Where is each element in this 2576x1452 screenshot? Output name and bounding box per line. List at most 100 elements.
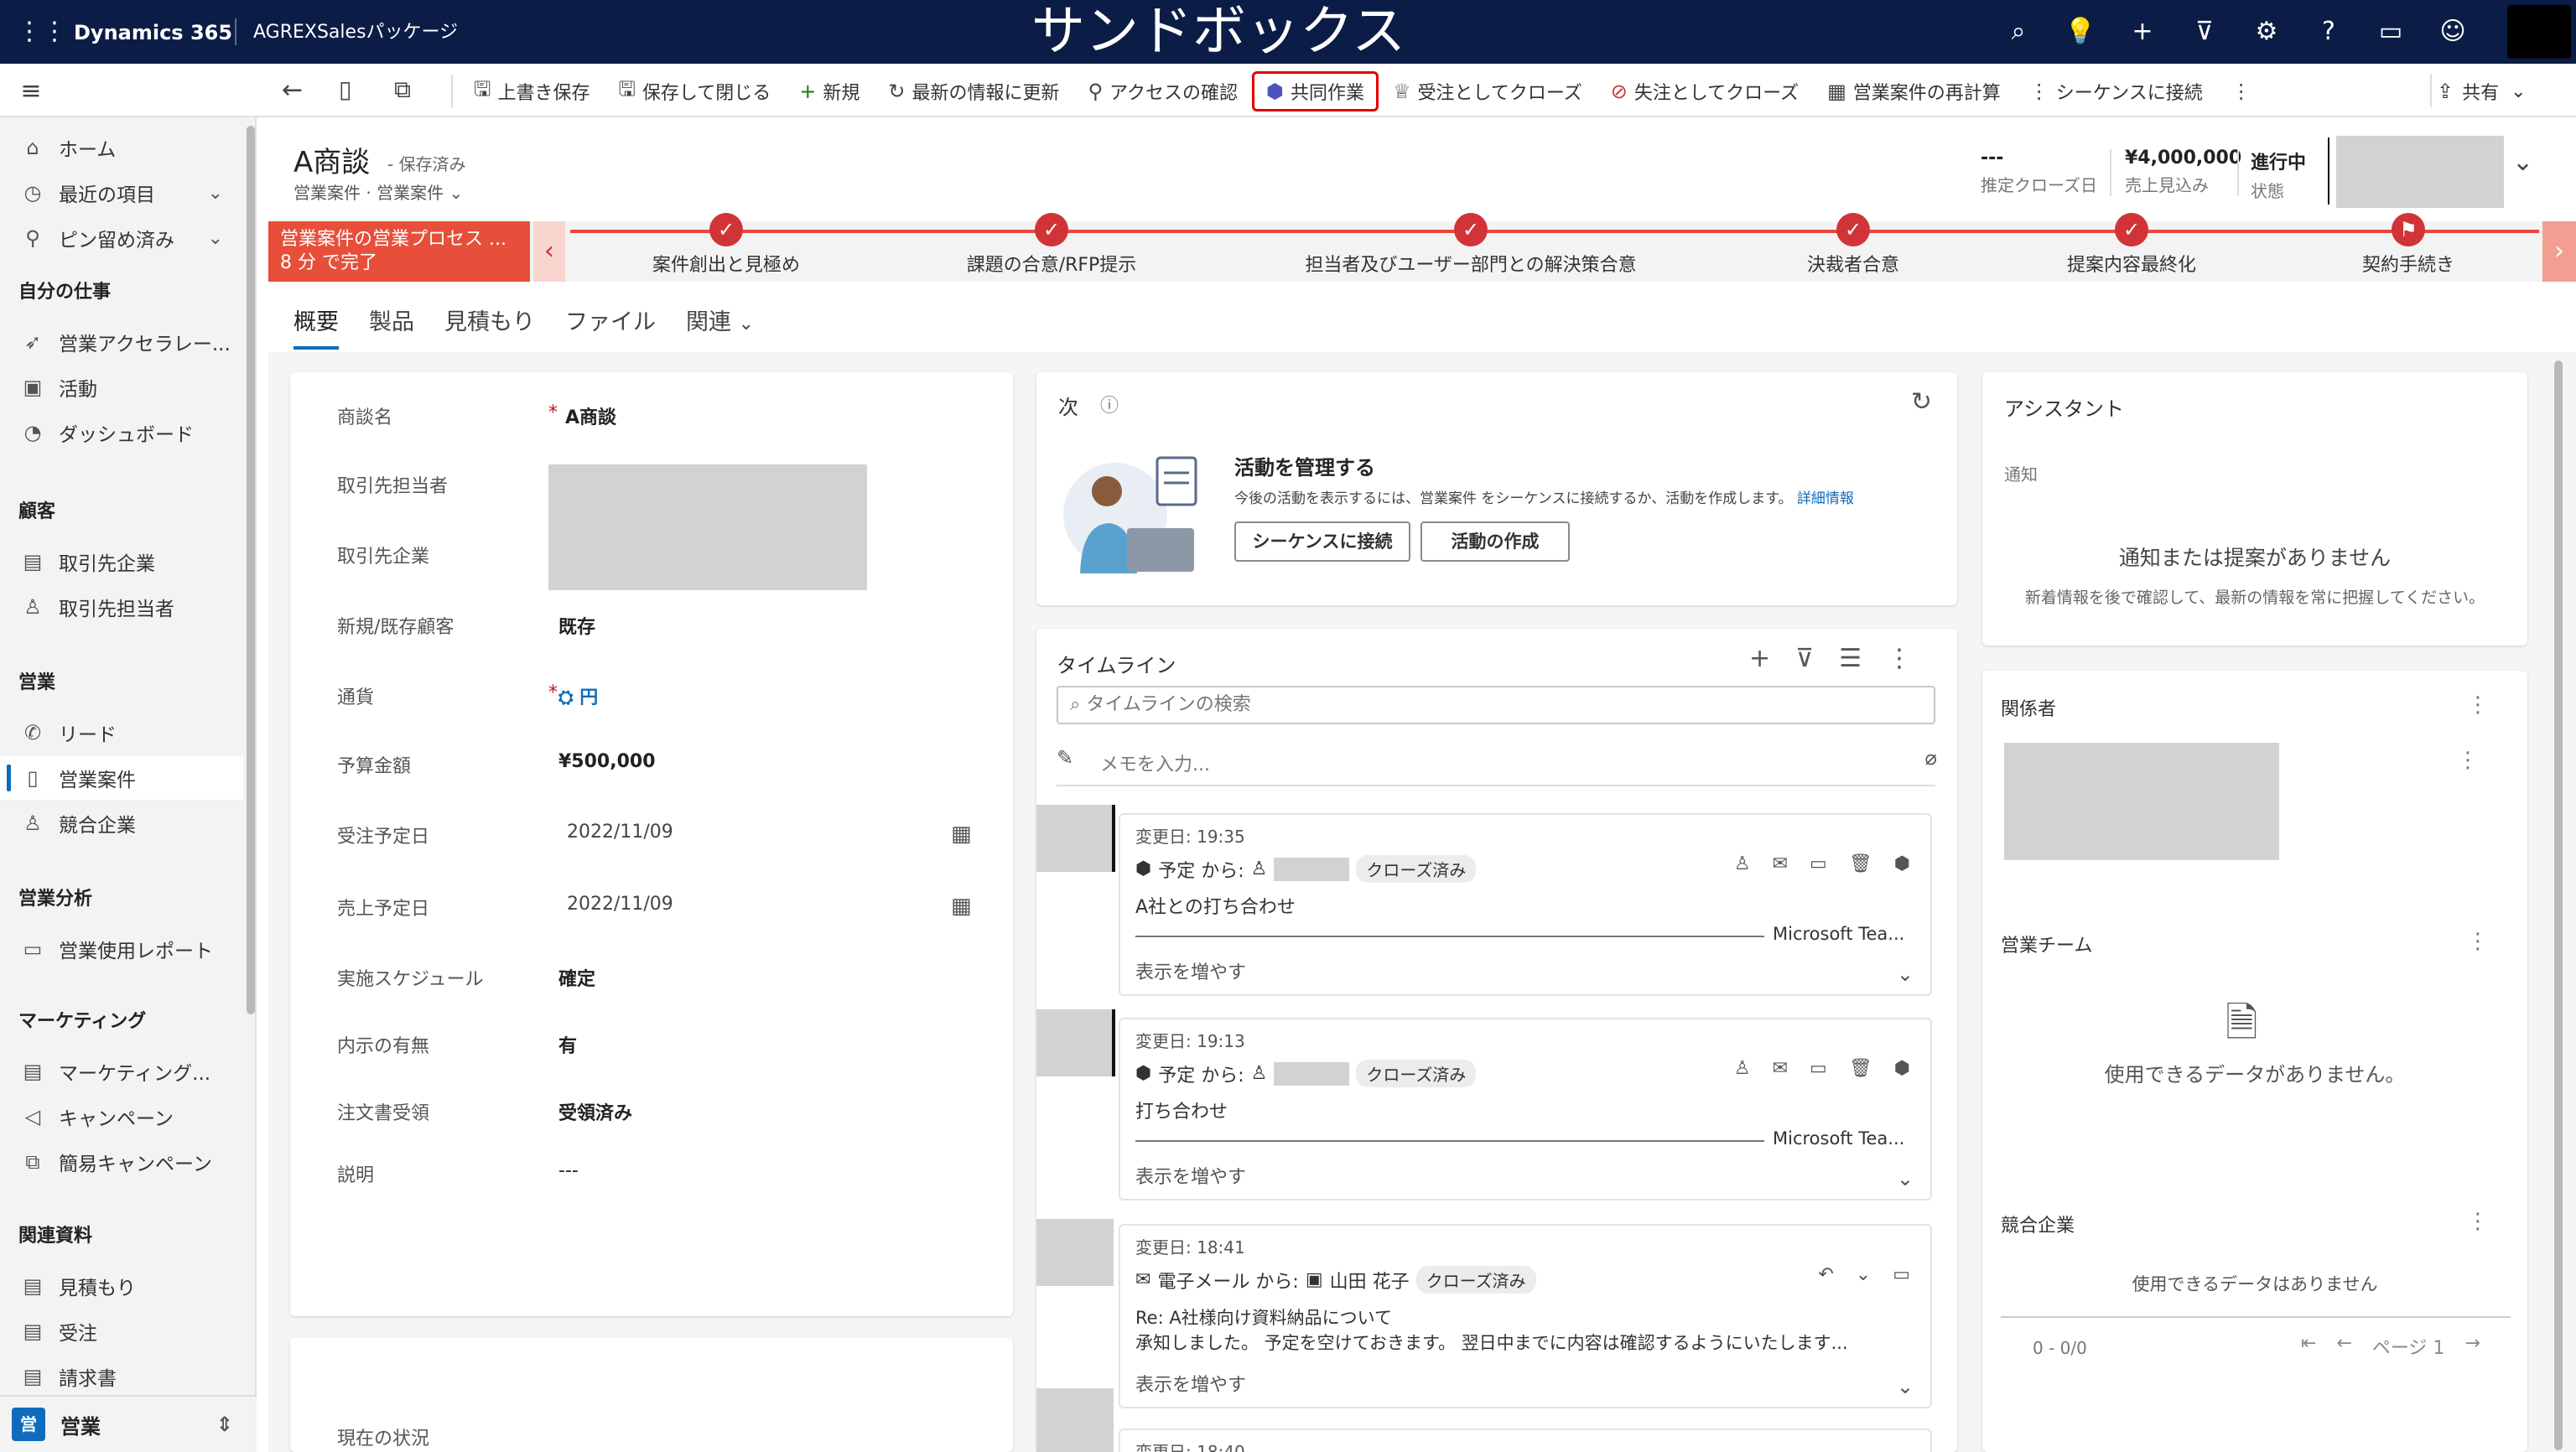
chevron-down-icon[interactable]: ⌄ <box>1897 1167 1914 1190</box>
new-button[interactable]: + 新規 <box>785 71 874 111</box>
sidebar-item-home[interactable]: ⌂ ホーム <box>0 126 243 169</box>
app-name[interactable]: AGREXSalesパッケージ <box>253 18 458 47</box>
gear-icon[interactable]: ⚙ <box>2244 12 2289 52</box>
field-informal-notice[interactable]: 内示の有無 有 <box>290 1031 1013 1065</box>
calendar-icon[interactable]: ▦ <box>951 822 972 847</box>
timeline-entry[interactable]: 変更日: 18:41 ✉ 電子メール から: ▣ 山田 花子 クローズ済み ↶ ⌄ ▭ Re… <box>1119 1224 1932 1408</box>
more-icon[interactable]: ⋮ <box>1887 644 1912 673</box>
collaborate-button[interactable]: ⬢ 共同作業 <box>1252 71 1379 111</box>
sidebar-item-dashboard[interactable]: ◔ ダッシュボード <box>0 411 243 454</box>
record-subtitle[interactable]: 営業案件 · 営業案件 ⌄ <box>293 179 463 204</box>
open-record-icon[interactable]: ▭ <box>1810 1058 1827 1079</box>
area-switcher[interactable]: 営営業 ⇕ <box>0 1395 257 1452</box>
timeline-entry[interactable]: 変更日: 19:13 ⬢ 予定 から: ♙ クローズ済み ♙ ✉ ▭ 🗑 ⬢ 打ち合わせ Mi… <box>1119 1018 1932 1200</box>
help-icon[interactable]: ? <box>2306 12 2351 52</box>
back-icon[interactable]: ← <box>282 75 303 105</box>
sidebar-item-campaigns[interactable]: ◁ キャンペーン <box>0 1095 243 1138</box>
timeline-search[interactable]: ⌕ タイムラインの検索 <box>1057 686 1935 724</box>
note-input[interactable]: メモを入力... <box>1100 749 1210 776</box>
lightbulb-icon[interactable]: 💡 <box>2058 12 2103 52</box>
search-icon[interactable]: ⌕ <box>1996 12 2041 52</box>
open-record-icon[interactable]: ▭ <box>1810 853 1827 874</box>
hamburger-icon[interactable]: ≡ <box>15 75 47 107</box>
timeline-sender[interactable]: 山田 花子 <box>1330 1267 1410 1294</box>
sidebar-item-pinned[interactable]: ⚲ ピン留め済み ⌄ <box>0 216 243 260</box>
sidebar-item-recent[interactable]: ◷ 最近の項目 ⌄ <box>0 171 243 215</box>
sidebar-item-competitors[interactable]: ♙ 競合企業 <box>0 801 243 845</box>
refresh-icon[interactable]: ↻ <box>1911 387 1932 417</box>
reply-icon[interactable]: ↶ <box>1818 1264 1833 1285</box>
sidebar-item-usage-report[interactable]: ▭ 営業使用レポート <box>0 927 243 971</box>
plus-icon[interactable]: + <box>1749 644 1770 673</box>
field-customer-type[interactable]: 新規/既存顧客 既存 <box>290 612 1013 646</box>
filter-icon[interactable]: ⊽ <box>2182 12 2227 52</box>
tab-summary[interactable]: 概要 <box>293 303 339 350</box>
plus-icon[interactable]: + <box>2120 12 2165 52</box>
more-icon[interactable]: ⋮ <box>2467 929 2489 954</box>
sidebar-item-activities[interactable]: ▣ 活動 <box>0 366 243 409</box>
save-button[interactable]: 🖫 上書き保存 <box>460 71 604 111</box>
chevron-down-icon[interactable]: ⌄ <box>1897 1375 1914 1398</box>
create-activity-button[interactable]: 活動の作成 <box>1420 521 1570 562</box>
connect-sequence-button[interactable]: ⋮ シーケンスに接続 <box>2015 71 2217 111</box>
more-icon[interactable]: ⋮ <box>2467 692 2489 718</box>
more-icon[interactable]: ⋮ <box>2467 1209 2489 1234</box>
tab-quotes[interactable]: 見積もり <box>444 303 535 336</box>
field-order-date[interactable]: 受注予定日 2022/11/09 ▦ <box>290 822 1013 855</box>
attachment-icon[interactable]: ⌀ <box>1925 746 1937 770</box>
refresh-button[interactable]: ↻ 最新の情報に更新 <box>874 71 1073 111</box>
field-budget[interactable]: 予算金額 ¥500,000 <box>290 751 1013 785</box>
sidebar-item-accelerator[interactable]: ➶ 営業アクセラレー... <box>0 320 243 364</box>
field-opportunity-name[interactable]: 商談名 * A商談 <box>290 402 1013 436</box>
assign-icon[interactable]: ♙ <box>1734 1058 1751 1079</box>
field-schedule[interactable]: 実施スケジュール 確定 <box>290 964 1013 998</box>
profile-avatar[interactable] <box>2507 5 2571 59</box>
sidebar-item-invoices[interactable]: ▤ 請求書 <box>0 1355 243 1398</box>
record-set-icon[interactable]: ▯ <box>339 75 351 103</box>
sidebar-item-accounts[interactable]: ▤ 取引先企業 <box>0 540 243 583</box>
show-more-link[interactable]: 表示を増やす <box>1135 1162 1246 1189</box>
first-page-icon[interactable]: ⇤ <box>2301 1333 2316 1360</box>
chat-icon[interactable]: ▭ <box>2368 12 2413 52</box>
next-page-icon[interactable]: → <box>2464 1333 2480 1360</box>
save-close-button[interactable]: 🖫 保存して閉じる <box>604 71 785 111</box>
delete-icon[interactable]: 🗑 <box>1849 1058 1872 1079</box>
show-more-link[interactable]: 表示を増やす <box>1135 957 1246 984</box>
field-po-received[interactable]: 注文書受領 受領済み <box>290 1098 1013 1132</box>
learn-more-link[interactable]: 詳細情報 <box>1797 490 1854 507</box>
timeline-entry[interactable]: 変更日: 18:40 <box>1119 1429 1932 1452</box>
open-record-icon[interactable]: ▭ <box>1893 1264 1910 1285</box>
sidebar-item-quotes[interactable]: ▤ 見積もり <box>0 1264 243 1308</box>
show-more-link[interactable]: 表示を増やす <box>1135 1370 1246 1397</box>
waffle-icon[interactable]: ⋮⋮ <box>17 15 67 49</box>
close-as-lost-button[interactable]: ⊘ 失注としてクローズ <box>1597 71 1813 111</box>
list-icon[interactable]: ☰ <box>1839 644 1862 673</box>
tab-products[interactable]: 製品 <box>369 303 414 336</box>
popout-icon[interactable]: ⧉ <box>394 75 411 104</box>
prev-page-icon[interactable]: ← <box>2336 1333 2351 1360</box>
assign-icon[interactable]: ♙ <box>1734 853 1751 874</box>
more-commands-button[interactable]: ⋮ <box>2217 71 2272 111</box>
field-currency[interactable]: 通貨 * ⛭ 円 <box>290 682 1013 716</box>
info-icon[interactable]: ⓘ <box>1100 391 1119 417</box>
recalculate-button[interactable]: ▦ 営業案件の再計算 <box>1813 71 2015 111</box>
bpf-process-name[interactable]: 営業案件の営業プロセス ... 8 分 で完了 <box>268 221 530 282</box>
field-sales-date[interactable]: 売上予定日 2022/11/09 ▦ <box>290 894 1013 927</box>
calendar-icon[interactable]: ▦ <box>951 894 972 919</box>
close-activity-icon[interactable]: ✉ <box>1773 1058 1788 1079</box>
tab-files[interactable]: ファイル <box>565 303 656 336</box>
delete-icon[interactable]: 🗑 <box>1849 853 1872 874</box>
connect-sequence-button[interactable]: シーケンスに接続 <box>1234 521 1410 562</box>
teams-icon[interactable]: ⬢ <box>1894 853 1910 874</box>
chevron-down-icon[interactable]: ⌄ <box>2512 148 2533 177</box>
chevron-down-icon[interactable]: ⌄ <box>1897 962 1914 986</box>
sidebar-item-opportunities[interactable]: ▯ 営業案件 <box>0 756 243 800</box>
sidebar-item-marketing-lists[interactable]: ▤ マーケティング... <box>0 1050 243 1093</box>
teams-icon[interactable]: ⬢ <box>1894 1058 1910 1079</box>
timeline-entry[interactable]: 変更日: 19:35 ⬢ 予定 から: ♙ クローズ済み ♙ ✉ ▭ 🗑 ⬢ A社との打ち合わ… <box>1119 813 1932 996</box>
main-scrollbar[interactable] <box>2554 360 2563 1450</box>
sidebar-item-orders[interactable]: ▤ 受注 <box>0 1309 243 1353</box>
feedback-icon[interactable]: ☺ <box>2430 12 2475 52</box>
field-description[interactable]: 説明 --- <box>290 1160 1013 1194</box>
brand-title[interactable]: Dynamics 365 <box>74 18 232 47</box>
